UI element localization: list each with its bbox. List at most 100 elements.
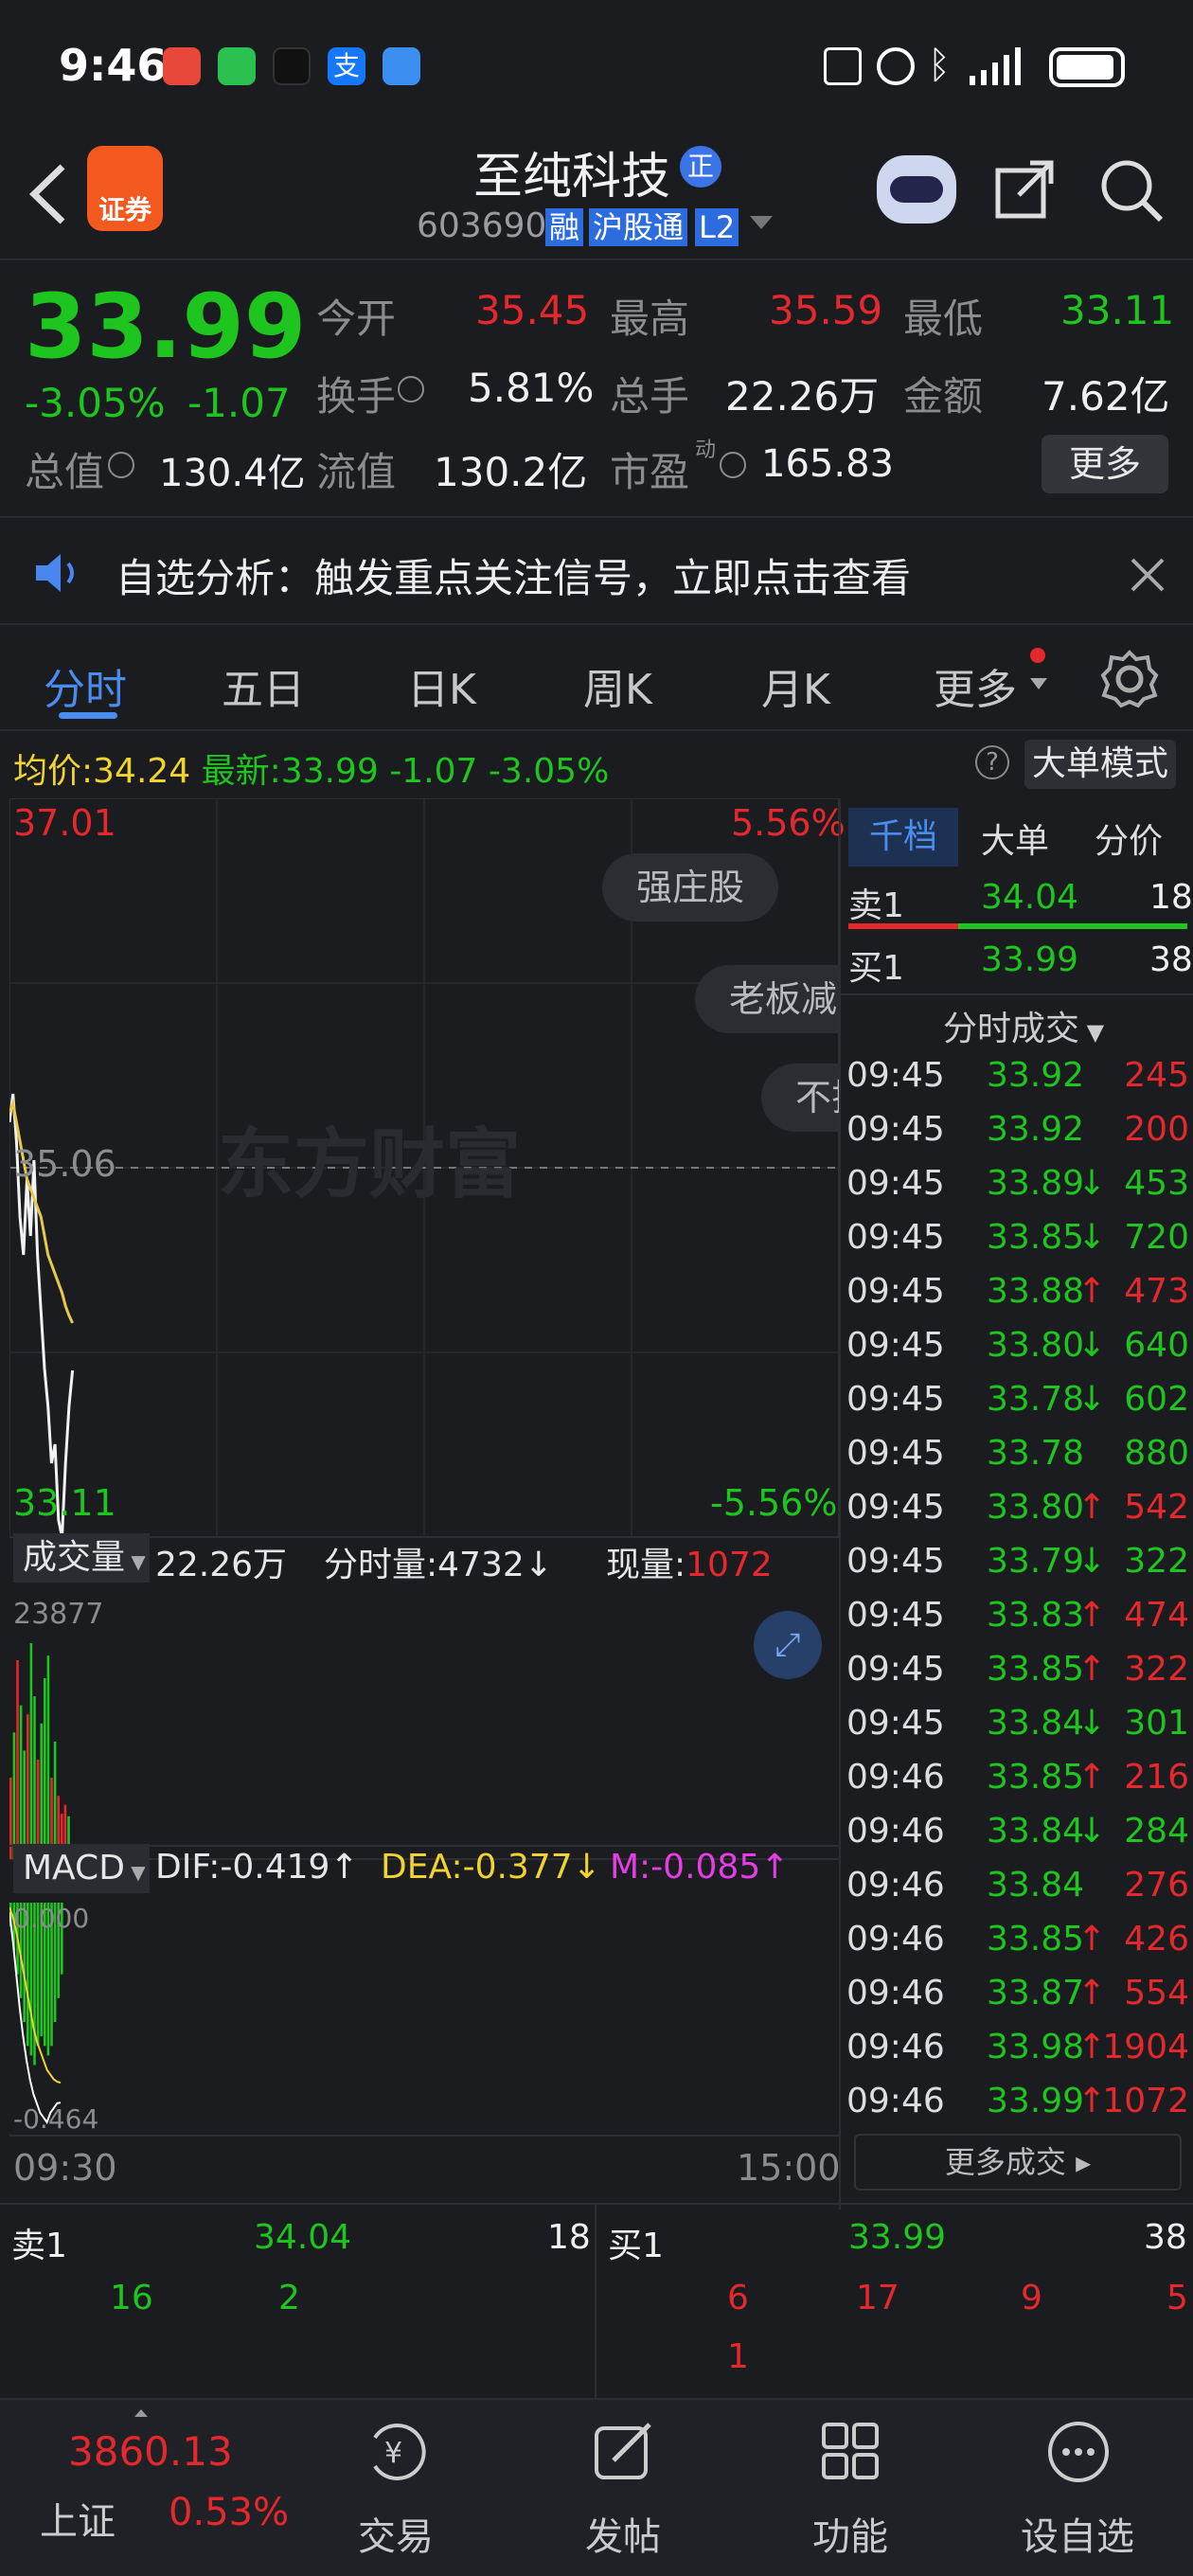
trades-title[interactable]: 分时成交 ▼ [943,1001,1104,1050]
tab-more[interactable]: 更多 [934,655,1017,716]
tab-depth[interactable]: 千档 [848,808,958,867]
trade-arrow: ↓ [1077,1704,1107,1743]
expand-icon[interactable]: ⤢ [754,1611,822,1679]
sell-bar [848,923,958,929]
ob-buy-queue-item: 6 [727,2279,749,2317]
trade-volume: 1072 [1102,2082,1189,2120]
robot-assistant-icon[interactable] [877,155,956,224]
trade-row: 09:45 33.89 ↓ 453 [841,1164,1193,1218]
red-dot-badge [1030,648,1045,663]
search-icon[interactable] [1098,157,1165,224]
svg-text:¥: ¥ [384,2437,402,2470]
tag-pill[interactable]: 老板减 [695,965,839,1033]
info-icon[interactable] [398,376,424,402]
trade-price: 33.99 [987,2082,1085,2120]
trade-time: 09:46 [846,1758,945,1797]
speaker-icon [36,554,74,592]
volume-bar [46,1655,50,1859]
volume-bar [40,1723,43,1859]
stat-label: 今开 [316,295,397,342]
share-icon[interactable] [994,157,1057,220]
macd-dif: DIF:-0.419↑ [155,1848,359,1887]
tab-big-orders[interactable]: 大单 [981,814,1049,863]
tab-five-day[interactable]: 五日 [222,655,305,716]
trade-volume: 216 [1124,1758,1189,1797]
bluetooth-icon: ᛒ [928,44,951,87]
stat-label: 流值 [316,449,397,495]
trade-volume: 322 [1124,1542,1189,1581]
trade-price: 33.85 [987,1650,1085,1689]
tab-weekly-k[interactable]: 周K [583,655,652,716]
trade-price: 33.79 [987,1542,1085,1581]
ob-sell-queue-item: 16 [110,2279,153,2317]
trade-arrow: ↑ [1077,1758,1107,1797]
wechat-icon [218,47,256,85]
trade-row: 09:46 33.85 ↑ 426 [841,1920,1193,1974]
time-axis-end: 15:00 [737,2147,841,2189]
stat-label: 换手 [316,373,397,420]
trade-row: 09:45 33.78 ↓ 602 [841,1380,1193,1434]
trade-price: 33.92 [987,1110,1085,1149]
macd-dea: DEA:-0.377↓ [381,1848,601,1887]
volume-selector[interactable]: 成交量 ▼ [13,1533,150,1583]
nav-functions[interactable]: 功能 [756,2400,945,2576]
trade-price: 33.80 [987,1488,1085,1527]
volume-bar [33,1696,36,1859]
volume-bar [9,1778,12,1859]
trade-arrow: ↓ [1077,1326,1107,1365]
current-volume: 现量:1072 [606,1546,773,1584]
tab-daily-k[interactable]: 日K [407,655,476,716]
more-button[interactable]: 更多 [1042,435,1168,493]
trade-time: 09:45 [846,1380,945,1419]
tab-intraday[interactable]: 分时 [44,655,127,716]
nav-post[interactable]: 发帖 [528,2400,718,2576]
ob-sell-price: 34.04 [254,2218,352,2257]
trade-time: 09:45 [846,1434,945,1473]
trade-time: 09:46 [846,1866,945,1905]
help-icon[interactable]: ? [975,745,1009,779]
macd-selector[interactable]: MACD ▼ [13,1844,150,1893]
notice-bar[interactable]: 自选分析：触发重点关注信号，立即点击查看 [0,516,1193,625]
tag-pill[interactable]: 不拉 [761,1064,839,1132]
change-pct: -3.05% [25,380,166,426]
trade-arrow: ↑ [1077,1488,1107,1527]
trade-price: 33.98 [987,2028,1085,2066]
trade-time: 09:45 [846,1488,945,1527]
trade-price: 33.85 [987,1920,1085,1959]
index-pct: 0.53% [169,2491,290,2534]
nav-trade[interactable]: ¥ 交易 [301,2400,490,2576]
trade-volume: 474 [1124,1596,1189,1635]
gear-icon[interactable] [1100,650,1159,708]
alipay-icon: 支 [328,47,365,85]
stock-header: 证券 至纯科技 正 603690 融 沪股通 L2 [0,133,1193,260]
tick-volume: 分时量:4732↓ [324,1546,553,1584]
tab-price-distribution[interactable]: 分价 [1095,814,1163,863]
more-trades-button[interactable]: 更多成交 ▸ [854,2134,1182,2191]
index-widget[interactable]: 3860.13 上证 0.53% [0,2400,312,2576]
notice-text: 自选分析：触发重点关注信号，立即点击查看 [116,555,912,601]
trade-price: 33.84 [987,1866,1085,1905]
trade-volume: 1904 [1102,2028,1189,2066]
quote-panel: 33.99 -3.05% -1.07 今开 35.45 最高 35.59 最低 … [0,262,1193,513]
trade-arrow: ↑ [1077,1920,1107,1959]
close-icon[interactable] [1129,556,1166,594]
status-bar: 9:46 支 ᛒ [0,0,1193,133]
info-icon[interactable] [108,452,134,478]
app-logo[interactable]: 证券 [87,146,163,231]
info-icon[interactable] [720,452,746,478]
back-arrow-icon[interactable] [27,161,68,227]
tag-pill[interactable]: 强庄股 [602,853,779,921]
badge-icon: 正 [680,146,721,188]
trade-row: 09:45 33.92 200 [841,1110,1193,1164]
dropdown-icon[interactable] [750,216,773,229]
trade-row: 09:46 33.98 ↑ 1904 [841,2028,1193,2082]
price-axis-top: 37.01 [13,802,116,844]
tab-monthly-k[interactable]: 月K [761,655,830,716]
trade-time: 09:45 [846,1704,945,1743]
trade-row: 09:46 33.99 ↑ 1072 [841,2082,1193,2136]
level2-tag: L2 [695,208,739,246]
big-order-mode-button[interactable]: 大单模式 [1024,740,1176,789]
volume-bar [19,1705,23,1859]
nav-watchlist[interactable]: 设自选 [983,2400,1172,2576]
chevron-up-icon [134,2409,148,2417]
